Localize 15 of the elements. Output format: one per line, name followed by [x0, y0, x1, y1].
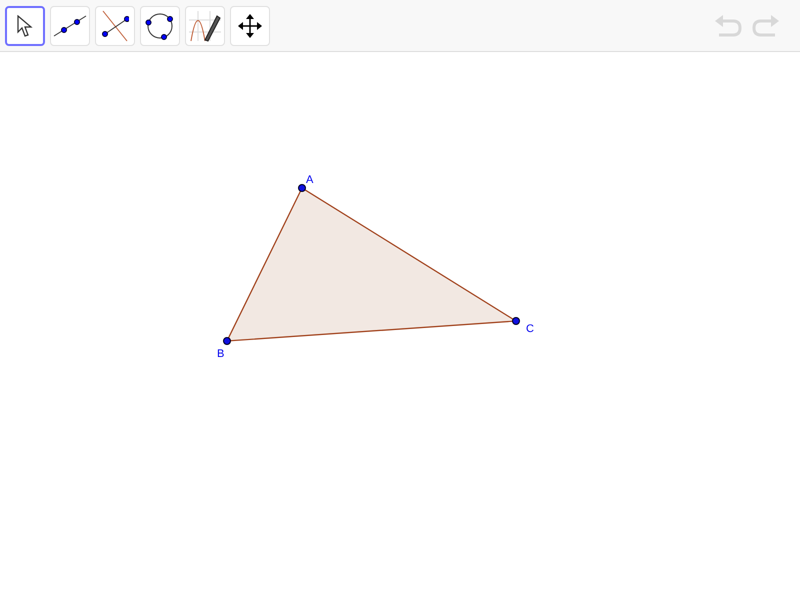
tool-button[interactable] [5, 6, 45, 46]
point[interactable] [512, 317, 520, 325]
graph-pencil-icon [188, 10, 222, 42]
crossing-lines-icon [101, 10, 129, 42]
point[interactable] [298, 184, 306, 192]
point[interactable] [223, 337, 231, 345]
redo-icon [751, 14, 779, 36]
point-label: B [217, 348, 224, 360]
point-label: A [306, 174, 314, 186]
line-icon [53, 14, 87, 38]
circle-icon [145, 10, 175, 40]
undo-icon [715, 14, 743, 36]
point-label: C [526, 323, 534, 335]
pointer-icon [17, 14, 33, 36]
move-arrows-icon [238, 14, 262, 38]
